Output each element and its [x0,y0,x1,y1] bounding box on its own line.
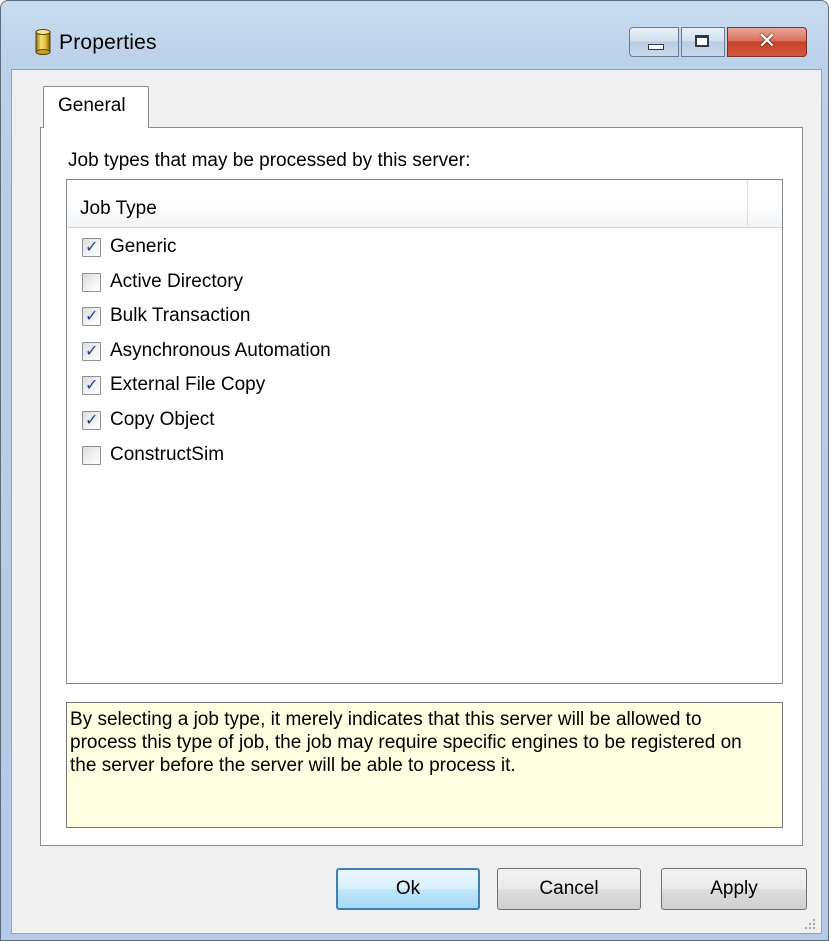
tab-general[interactable]: General [43,86,149,128]
column-header-filler [747,180,782,227]
checkbox[interactable] [82,273,101,292]
checkbox[interactable] [82,446,101,465]
job-type-info-note: By selecting a job type, it merely indic… [66,702,783,828]
close-button[interactable]: ✕ [727,27,807,57]
list-item-label: Copy Object [110,409,215,430]
list-item-label: External File Copy [110,374,266,395]
list-item[interactable]: Active Directory [67,267,782,301]
resize-grip[interactable] [803,917,815,929]
column-header-job-type[interactable]: Job Type [67,180,748,227]
database-cylinder-icon [35,29,51,55]
checkmark-icon: ✓ [85,237,99,256]
close-icon: ✕ [757,29,777,54]
ok-button[interactable]: Ok [336,868,480,910]
list-item-label: ConstructSim [110,444,225,465]
checkbox[interactable]: ✓ [82,376,101,395]
list-item[interactable]: ✓ Bulk Transaction [67,301,782,335]
list-item[interactable]: ConstructSim [67,440,782,474]
minimize-button[interactable] [629,27,679,57]
list-item-label: Bulk Transaction [110,305,251,326]
checkbox[interactable]: ✓ [82,342,101,361]
job-types-label: Job types that may be processed by this … [68,150,471,171]
list-item[interactable]: ✓ External File Copy [67,370,782,404]
checkmark-icon: ✓ [85,375,99,394]
checkmark-icon: ✓ [85,306,99,325]
checkbox[interactable]: ✓ [82,307,101,326]
note-text: By selecting a job type, it merely indic… [70,709,742,776]
window-title: Properties [59,31,157,54]
list-item[interactable]: ✓ Generic [67,232,782,266]
checkbox[interactable]: ✓ [82,238,101,257]
title-bar[interactable]: Properties ✕ [1,1,828,61]
job-type-list[interactable]: Job Type ✓ Generic Active Directory ✓ Bu… [66,179,783,684]
minimize-icon [648,44,664,50]
checkmark-icon: ✓ [85,410,99,429]
column-header-label: Job Type [80,198,157,219]
tab-general-label: General [58,95,126,116]
list-item-label: Generic [110,236,177,257]
apply-button[interactable]: Apply [661,868,807,910]
list-header: Job Type [67,180,782,228]
maximize-button[interactable] [681,27,725,57]
list-item[interactable]: ✓ Asynchronous Automation [67,336,782,370]
list-item-label: Asynchronous Automation [110,340,331,361]
maximize-icon [695,35,709,47]
list-item[interactable]: ✓ Copy Object [67,405,782,439]
cancel-button[interactable]: Cancel [497,868,641,910]
checkmark-icon: ✓ [85,341,99,360]
list-item-label: Active Directory [110,271,244,292]
checkbox[interactable]: ✓ [82,411,101,430]
